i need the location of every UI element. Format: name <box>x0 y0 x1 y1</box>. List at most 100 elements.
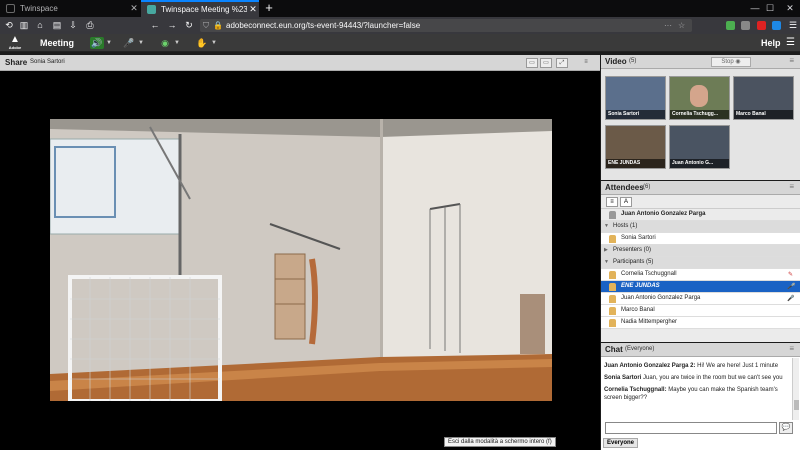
print-icon[interactable]: ⎙ <box>83 19 97 32</box>
close-icon[interactable]: ✕ <box>247 4 259 15</box>
extension-icon[interactable] <box>741 21 750 30</box>
chat-scrollbar[interactable] <box>792 358 799 420</box>
user-icon <box>609 319 616 327</box>
send-message-button[interactable]: 💬 <box>779 422 793 434</box>
video-tile[interactable]: Cornelia Tschugg... <box>669 76 730 120</box>
attendee-row[interactable]: Marco Banal <box>601 305 800 317</box>
back-button[interactable]: ← <box>148 19 162 32</box>
attendee-row[interactable]: Sonia Sartori <box>601 233 800 245</box>
chat-input[interactable] <box>605 422 777 434</box>
video-title: Video <box>605 57 627 66</box>
chevron-down-icon[interactable]: ▼ <box>172 40 182 46</box>
pod-menu-icon[interactable]: ≡ <box>789 182 794 191</box>
library-icon[interactable]: ▥ <box>17 19 31 32</box>
participants-section[interactable]: ▼ Participants (5) <box>601 257 800 269</box>
stop-video-button[interactable]: Stop ◉ <box>711 57 751 67</box>
adobe-connect-menu-bar: ▲ Adobe Meeting 🔊 ▼ 🎤 ▼ ◉ ▼ ✋ ▼ Help ☰ <box>0 34 800 52</box>
extension-icon[interactable] <box>726 21 735 30</box>
forward-button[interactable]: → <box>165 19 179 32</box>
attendees-pod-header: Attendees (6) ≡ <box>601 181 800 195</box>
user-icon <box>609 271 616 279</box>
presenters-section[interactable]: ▶ Presenters (0) <box>601 245 800 257</box>
page-actions-icon[interactable]: ··· <box>664 21 678 30</box>
fullscreen-icon[interactable]: ⤢ <box>556 58 568 68</box>
video-pod: Video (5) Stop ◉ ≡ Sonia Sartori Corneli… <box>601 55 800 180</box>
pod-menu-icon[interactable]: ≡ <box>580 58 592 68</box>
chevron-right-icon[interactable]: ▶ <box>604 245 608 256</box>
hand-icon[interactable]: ✋ <box>195 37 209 49</box>
hamburger-menu-icon[interactable]: ☰ <box>786 19 800 32</box>
pod-menu-icon[interactable]: ≡ <box>789 56 794 65</box>
tab-twinspace-meeting[interactable]: Twinspace Meeting %2394443 ✕ <box>141 0 259 17</box>
history-icon[interactable]: ⟲ <box>2 19 16 32</box>
video-count: (5) <box>629 58 637 64</box>
attendees-count: (6) <box>643 184 651 190</box>
chevron-down-icon[interactable]: ▼ <box>136 40 146 46</box>
attendee-row[interactable]: Juan Antonio Gonzalez Parga 🎤 <box>601 293 800 305</box>
user-icon <box>609 295 616 303</box>
adobe-connect-icon <box>147 5 156 14</box>
meeting-menu[interactable]: Meeting <box>40 38 74 48</box>
chevron-down-icon[interactable]: ▼ <box>104 40 114 46</box>
user-icon <box>609 307 616 315</box>
pod-menu-icon[interactable]: ≡ <box>789 344 794 353</box>
extension-icon[interactable] <box>757 21 766 30</box>
participants-label: Participants (5) <box>613 259 654 265</box>
lock-icon[interactable]: 🔒 <box>212 21 224 30</box>
my-status-row[interactable]: Juan Antonio Gonzalez Parga <box>601 209 800 221</box>
downloads-icon[interactable]: ⇩ <box>66 19 80 32</box>
list-view-icon[interactable]: ≡ <box>606 197 618 207</box>
hosts-section[interactable]: ▼ Hosts (1) <box>601 221 800 233</box>
new-tab-button[interactable]: + <box>262 0 276 17</box>
address-bar[interactable]: ⛉ 🔒 adobeconnect.eun.org/ts-event-94443/… <box>200 19 692 32</box>
video-tile[interactable]: Marco Banal <box>733 76 794 120</box>
status-icon <box>609 211 616 219</box>
shield-icon[interactable]: ⛉ <box>200 21 212 31</box>
video-tile-name: Sonia Sartori <box>606 110 665 119</box>
video-tile[interactable]: ENE JUNDAS <box>605 125 666 169</box>
chevron-down-icon[interactable]: ▼ <box>604 221 609 232</box>
scrollbar-thumb[interactable] <box>794 400 799 410</box>
close-window-icon[interactable]: ✕ <box>775 0 800 17</box>
chevron-down-icon[interactable]: ▼ <box>604 257 609 268</box>
browser-tab-bar: Twinspace ✕ Twinspace Meeting %2394443 ✕… <box>0 0 800 17</box>
chevron-down-icon[interactable]: ▼ <box>209 40 219 46</box>
url-text[interactable]: adobeconnect.eun.org/ts-event-94443/?lau… <box>224 21 664 30</box>
chat-tab-everyone[interactable]: Everyone <box>603 438 639 448</box>
fullscreen-tooltip: Esci dalla modalità a schermo intero (f) <box>444 437 556 447</box>
browser-nav-bar: ⟲ ▥ ⌂ ▤ ⇩ ⎙ ← → ↻ ⛉ 🔒 adobeconnect.eun.o… <box>0 17 800 34</box>
extension-icon[interactable] <box>772 21 781 30</box>
share-title: Share <box>5 58 28 67</box>
reload-button[interactable]: ↻ <box>182 19 196 32</box>
video-tile[interactable]: Juan Antonio G... <box>669 125 730 169</box>
video-tile[interactable]: Sonia Sartori <box>605 76 666 120</box>
help-menu[interactable]: Help <box>761 38 781 48</box>
close-icon[interactable]: ✕ <box>128 3 140 14</box>
attendee-name: Sonia Sartori <box>621 235 656 241</box>
raise-hand-button[interactable]: ✋ ▼ <box>195 37 223 49</box>
home-icon[interactable]: ⌂ <box>33 19 47 32</box>
video-tile-name: Cornelia Tschugg... <box>670 110 729 119</box>
tab-twinspace[interactable]: Twinspace ✕ <box>0 0 140 17</box>
bookmark-star-icon[interactable]: ☆ <box>678 21 692 30</box>
speaker-icon[interactable]: 🔊 <box>90 37 104 49</box>
microphone-button[interactable]: 🎤 ▼ <box>122 37 150 49</box>
attendee-row[interactable]: Cornelia Tschuggnall ✎ <box>601 269 800 281</box>
layout-icon[interactable]: ▭ <box>526 58 538 68</box>
microphone-icon[interactable]: 🎤 <box>122 37 136 49</box>
bookmarks-icon[interactable]: ▤ <box>50 19 64 32</box>
attendee-row[interactable]: Nadia Mittempergher <box>601 317 800 329</box>
webcam-icon[interactable]: ◉ <box>158 37 172 49</box>
layout-icon[interactable]: ▭ <box>540 58 552 68</box>
my-name: Juan Antonio Gonzalez Parga <box>621 211 706 217</box>
share-pod-header: Share Sonia Sartori ▭ ▭ ⤢ ≡ <box>0 55 600 71</box>
chat-message: Juan Antonio Gonzalez Parga 2: Hi! We ar… <box>604 363 779 369</box>
sort-icon[interactable]: A <box>620 197 632 207</box>
video-pod-header: Video (5) Stop ◉ ≡ <box>601 55 800 69</box>
hamburger-menu-icon[interactable]: ☰ <box>786 37 795 48</box>
globe-icon <box>6 4 15 13</box>
webcam-button[interactable]: ◉ ▼ <box>158 37 186 49</box>
attendee-row-selected[interactable]: ENE JUNDAS 🎤 <box>601 281 800 293</box>
speaker-button[interactable]: 🔊 ▼ <box>90 37 118 49</box>
attendee-name: Cornelia Tschuggnall <box>621 271 677 277</box>
